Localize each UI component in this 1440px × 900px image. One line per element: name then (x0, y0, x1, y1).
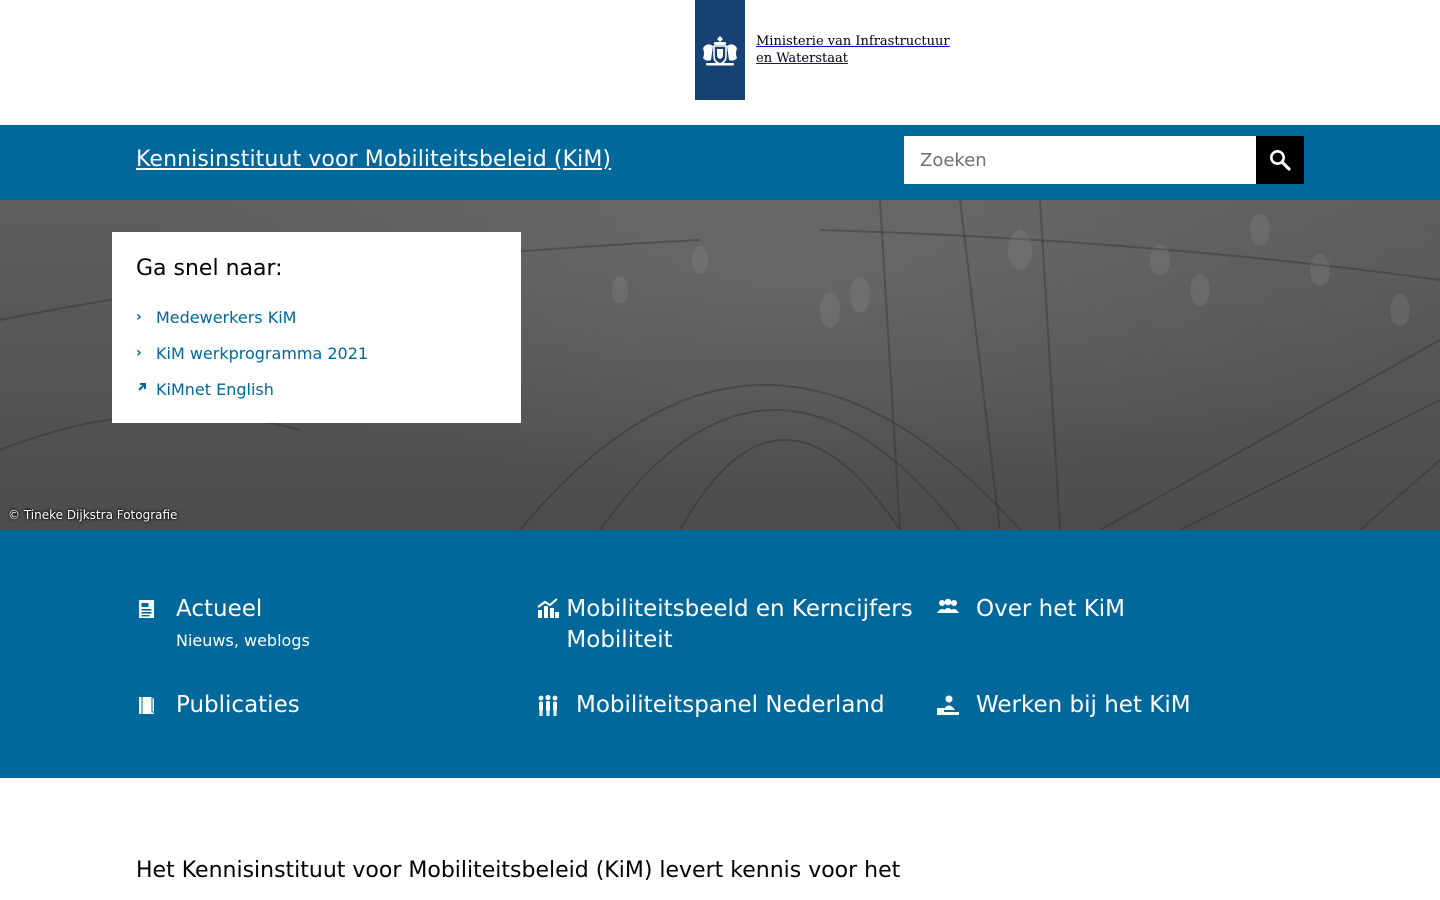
newspaper-icon (136, 594, 176, 650)
tile-over-het-kim[interactable]: Over het KiM (936, 594, 1125, 625)
tile-werken-bij-title[interactable]: Werken bij het KiM (976, 690, 1191, 721)
tile-actueel[interactable]: Actueel Nieuws, weblogs (136, 594, 310, 650)
ministry-name-line1: Ministerie van Infrastructuur (756, 34, 950, 49)
quick-links-title: Ga snel naar: (136, 256, 283, 281)
tile-werken-bij-body: Werken bij het KiM (976, 690, 1191, 721)
tile-mobiliteitspanel-body: Mobiliteitspanel Nederland (576, 690, 885, 722)
intro-text: Het Kennisinstituut voor Mobiliteitsbele… (136, 858, 901, 883)
ministry-name: Ministerie van Infrastructuur en Waterst… (756, 33, 950, 67)
quick-link-werkprogramma[interactable]: KiM werkprogramma 2021 (156, 344, 368, 363)
tile-mobiliteitspanel[interactable]: Mobiliteitspanel Nederland (536, 690, 885, 722)
quick-links-list: › Medewerkers KiM › KiM werkprogramma 20… (136, 299, 497, 407)
tile-publicaties-title[interactable]: Publicaties (176, 690, 300, 721)
ministry-logo[interactable]: Ministerie van Infrastructuur en Waterst… (695, 0, 950, 100)
tile-mobiliteitsbeeld[interactable]: Mobiliteitsbeeld en Kerncijfers Mobilite… (536, 594, 916, 656)
quick-links-panel: Ga snel naar: › Medewerkers KiM › KiM we… (112, 232, 521, 423)
tile-mobiliteitsbeeld-body: Mobiliteitsbeeld en Kerncijfers Mobilite… (566, 594, 916, 656)
quick-link-item[interactable]: › Medewerkers KiM (136, 299, 497, 335)
intro-section: Het Kennisinstituut voor Mobiliteitsbele… (0, 778, 1440, 900)
tile-mobiliteitspanel-title[interactable]: Mobiliteitspanel Nederland (576, 690, 885, 721)
tile-werken-bij[interactable]: Werken bij het KiM (936, 690, 1191, 721)
worker-icon (936, 690, 976, 721)
search-input[interactable] (904, 136, 1256, 184)
logo-ribbon (695, 0, 745, 100)
people-icon (936, 594, 976, 625)
tile-actueel-body: Actueel Nieuws, weblogs (176, 594, 310, 650)
group-icon (536, 690, 576, 722)
tile-publicaties-body: Publicaties (176, 690, 300, 721)
site-title[interactable]: Kennisinstituut voor Mobiliteitsbeleid (… (136, 147, 611, 172)
book-icon (136, 690, 176, 721)
top-logo-bar: Ministerie van Infrastructuur en Waterst… (0, 0, 1440, 125)
coat-of-arms-icon (703, 36, 737, 66)
quick-link-medewerkers[interactable]: Medewerkers KiM (156, 308, 296, 327)
navigation-tiles: Actueel Nieuws, weblogs Mobiliteitsbeeld… (0, 530, 1440, 778)
chevron-right-icon: › (136, 345, 142, 361)
chevron-right-icon: › (136, 309, 142, 325)
tile-actueel-subtitle: Nieuws, weblogs (176, 631, 310, 650)
tile-publicaties[interactable]: Publicaties (136, 690, 300, 721)
chart-icon (536, 594, 566, 656)
photo-credit: © Tineke Dijkstra Fotografie (8, 508, 178, 522)
tile-actueel-title[interactable]: Actueel (176, 594, 310, 625)
quick-link-kimnet-english[interactable]: KiMnet English (156, 380, 274, 399)
search-icon (1270, 150, 1291, 171)
tile-over-het-kim-title[interactable]: Over het KiM (976, 594, 1125, 625)
tile-mobiliteitsbeeld-title[interactable]: Mobiliteitsbeeld en Kerncijfers Mobilite… (566, 594, 916, 656)
external-link-icon (136, 381, 156, 397)
ministry-name-line2: en Waterstaat (756, 51, 848, 66)
search-button[interactable] (1256, 136, 1304, 184)
tile-over-het-kim-body: Over het KiM (976, 594, 1125, 625)
quick-link-item[interactable]: KiMnet English (136, 371, 497, 407)
site-header: Kennisinstituut voor Mobiliteitsbeleid (… (0, 125, 1440, 200)
quick-link-item[interactable]: › KiM werkprogramma 2021 (136, 335, 497, 371)
search-form (904, 136, 1304, 184)
hero-banner: Ga snel naar: › Medewerkers KiM › KiM we… (0, 200, 1440, 530)
